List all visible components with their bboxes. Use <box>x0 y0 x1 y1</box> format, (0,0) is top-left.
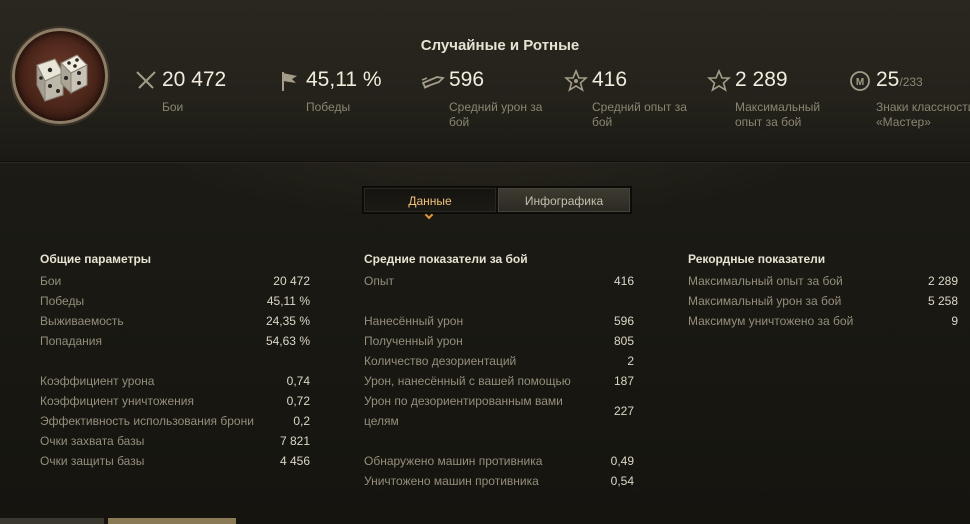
mode-title: Случайные и Ротные <box>420 37 580 54</box>
stat-row: Нанесённый урон 596 <box>364 314 634 328</box>
bottom-tab-dark[interactable] <box>0 518 104 524</box>
general-stats-section: Общие параметры Бои 20 472 Победы 45,11 % … <box>40 251 310 471</box>
flag-icon <box>278 69 302 93</box>
mastery-badge-icon: M <box>848 69 872 93</box>
crossed-swords-icon <box>134 69 158 93</box>
stat-row: Победы 45,11 % <box>40 294 310 308</box>
stat-row: Максимальный урон за бой 5 258 <box>688 294 958 308</box>
stat-row: Попадания 54,63 % <box>40 334 310 348</box>
stat-row: Урон по дезориентированным вами целям 227 <box>364 394 634 428</box>
bottom-bar <box>0 518 236 524</box>
stat-row: Максимум уничтожено за бой 9 <box>688 314 958 328</box>
average-stats-section: Средние показатели за бой Опыт 416 Нанесё… <box>364 251 634 491</box>
stat-row: Опыт 416 <box>364 274 634 288</box>
view-tabs: Данные Инфографика <box>362 186 632 220</box>
tab-infographic[interactable]: Инфографика <box>498 188 630 212</box>
stat-row: Количество дезориентаций 2 <box>364 354 634 368</box>
stat-row: Эффективность использования брони 0,2 <box>40 414 310 428</box>
record-stats-section: Рекордные показатели Максимальный опыт з… <box>688 251 958 331</box>
svg-text:M: M <box>856 77 864 88</box>
star-icon <box>563 68 589 93</box>
section-title: Общие параметры <box>40 252 152 266</box>
bottom-tab-gold[interactable] <box>108 518 236 524</box>
section-title: Средние показатели за бой <box>364 252 528 266</box>
stat-row: Выживаемость 24,35 % <box>40 314 310 328</box>
stat-row: Уничтожено машин противника 0,54 <box>364 474 634 488</box>
stat-row: Коэффициент уничтожения 0,72 <box>40 394 310 408</box>
stat-row: Бои 20 472 <box>40 274 310 288</box>
section-title: Рекордные показатели <box>688 252 826 266</box>
stat-row: Урон, нанесённый с вашей помощью 187 <box>364 374 634 388</box>
stat-row: Обнаружено машин противника 0,49 <box>364 454 634 468</box>
stat-row: Очки защиты базы 4 456 <box>40 454 310 468</box>
stat-row: Полученный урон 805 <box>364 334 634 348</box>
shell-icon <box>421 69 445 93</box>
star-outline-icon <box>706 68 732 93</box>
stat-row: Очки захвата базы 7 821 <box>40 434 310 448</box>
stat-row: Коэффициент урона 0,74 <box>40 374 310 388</box>
stat-row: Максимальный опыт за бой 2 289 <box>688 274 958 288</box>
tab-data[interactable]: Данные <box>364 188 496 220</box>
